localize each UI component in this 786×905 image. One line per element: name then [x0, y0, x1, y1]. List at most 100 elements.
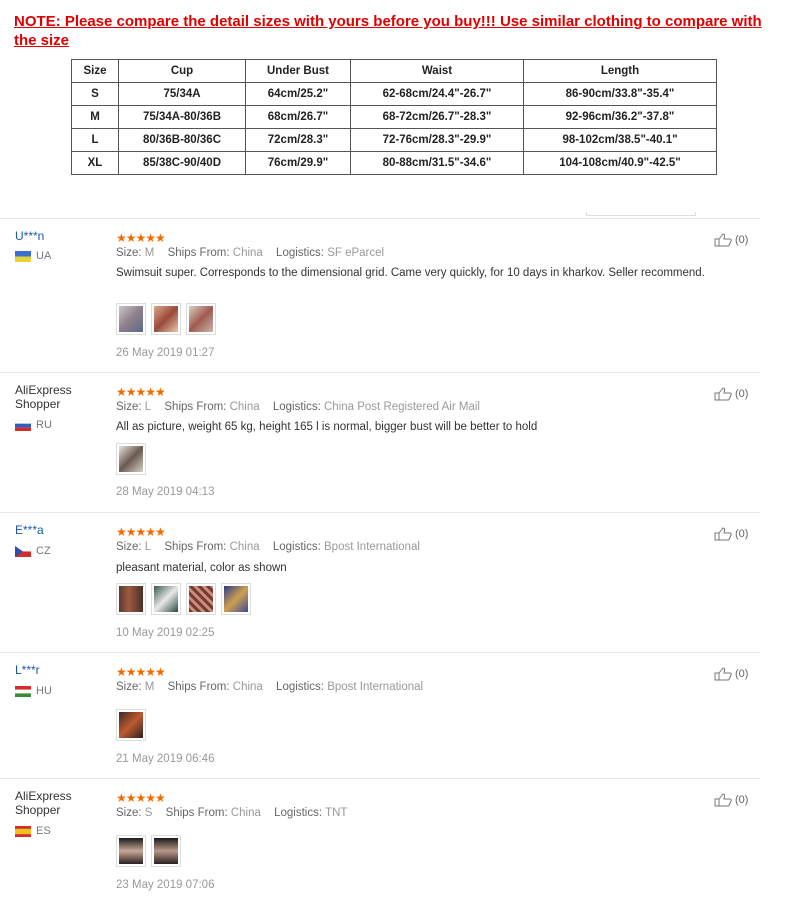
review-photo-thumbnail[interactable] — [116, 303, 146, 335]
reviewer-country: CZ — [15, 545, 51, 557]
table-row: XL 85/38C-90/40D 76cm/29.9" 80-88cm/31.5… — [71, 151, 717, 175]
size-label: Size: — [116, 247, 142, 259]
size-value: M — [144, 247, 155, 259]
helpful-button[interactable]: (0) — [714, 387, 748, 401]
reviewer-country: RU — [15, 419, 52, 431]
review-item: AliExpress Shopper ES ★★★★★ Size: S Ship… — [0, 778, 760, 905]
table-cell: 76cm/29.9" — [245, 151, 351, 175]
table-cell: 68-72cm/26.7"-28.3" — [350, 105, 524, 129]
helpful-button[interactable]: (0) — [714, 233, 748, 247]
size-chart-table: Size Cup Under Bust Waist Length S 75/34… — [71, 59, 717, 175]
country-code: RU — [36, 419, 52, 431]
table-cell: XL — [71, 151, 119, 175]
rating-stars: ★★★★★ — [116, 231, 166, 245]
logistics-label: Logistics: — [274, 807, 323, 819]
helpful-count: (0) — [735, 794, 749, 806]
review-text: pleasant material, color as shown — [116, 562, 287, 574]
logistics-label: Logistics: — [276, 247, 324, 259]
reviewer-name: AliExpress Shopper — [15, 383, 72, 411]
helpful-button[interactable]: (0) — [714, 793, 748, 807]
review-photo-thumbnail[interactable] — [151, 835, 181, 867]
review-item: L***r HU ★★★★★ Size: M Ships From: China… — [0, 652, 760, 779]
flag-ru-icon — [15, 419, 31, 431]
table-cell: L — [71, 128, 119, 152]
table-cell: 75/34A — [118, 82, 246, 106]
helpful-button[interactable]: (0) — [714, 527, 748, 541]
ships-from-value: China — [232, 247, 263, 259]
thumbs-up-icon — [714, 527, 732, 541]
ships-from-value: China — [229, 541, 260, 553]
review-item: E***a CZ ★★★★★ Size: L Ships From: China… — [0, 512, 760, 653]
logistics-value: China Post Registered Air Mail — [324, 401, 480, 413]
table-cell: 72-76cm/28.3"-29.9" — [350, 128, 524, 152]
table-cell: 92-96cm/36.2"-37.8" — [523, 105, 717, 129]
logistics-value: TNT — [325, 807, 348, 819]
logistics-label: Logistics: — [272, 541, 321, 553]
size-label: Size: — [116, 807, 142, 819]
review-meta: Size: L Ships From: China Logistics: Chi… — [116, 401, 490, 413]
rating-stars: ★★★★★ — [116, 791, 166, 805]
size-value: M — [144, 681, 155, 693]
reviewer-country: HU — [15, 685, 52, 697]
logistics-value: SF eParcel — [327, 247, 385, 259]
logistics-value: Bpost International — [327, 681, 424, 693]
table-row: S 75/34A 64cm/25.2" 62-68cm/24.4"-26.7" … — [71, 82, 717, 106]
table-cell: 72cm/28.3" — [245, 128, 351, 152]
reviewer-name[interactable]: L***r — [15, 663, 105, 677]
table-cell: 80/36B-80/36C — [118, 128, 246, 152]
country-code: ES — [36, 825, 51, 837]
table-cell: S — [71, 82, 119, 106]
size-note: NOTE: Please compare the detail sizes wi… — [14, 13, 762, 49]
helpful-button[interactable]: (0) — [714, 667, 748, 681]
helpful-count: (0) — [735, 668, 749, 680]
review-photo-thumbnail[interactable] — [116, 835, 146, 867]
review-date: 21 May 2019 06:46 — [116, 753, 215, 765]
ships-from-value: China — [229, 401, 260, 413]
review-photos — [116, 303, 216, 335]
review-photo-thumbnail[interactable] — [186, 303, 216, 335]
reviewer-name[interactable]: E***a — [15, 523, 105, 537]
logistics-label: Logistics: — [272, 401, 321, 413]
review-meta: Size: L Ships From: China Logistics: Bpo… — [116, 541, 430, 553]
review-photo-thumbnail[interactable] — [116, 443, 146, 475]
flag-hu-icon — [15, 685, 31, 697]
table-cell: 62-68cm/24.4"-26.7" — [350, 82, 524, 106]
review-meta: Size: M Ships From: China Logistics: SF … — [116, 247, 394, 259]
helpful-count: (0) — [735, 388, 749, 400]
review-date: 28 May 2019 04:13 — [116, 486, 215, 498]
review-photo-thumbnail[interactable] — [151, 303, 181, 335]
flag-cz-icon — [15, 545, 31, 557]
thumbs-up-icon — [714, 387, 732, 401]
table-cell: M — [71, 105, 119, 129]
table-cell: 68cm/26.7" — [245, 105, 351, 129]
table-row: M 75/34A-80/36B 68cm/26.7" 68-72cm/26.7"… — [71, 105, 717, 129]
reviewer-country: UA — [15, 250, 51, 262]
review-photos — [116, 583, 251, 615]
table-row: L 80/36B-80/36C 72cm/28.3" 72-76cm/28.3"… — [71, 128, 717, 152]
size-label: Size: — [116, 541, 142, 553]
ships-from-value: China — [232, 681, 263, 693]
reviewer-country: ES — [15, 825, 51, 837]
header-waist: Waist — [350, 59, 524, 83]
reviewer-name[interactable]: U***n — [15, 229, 105, 243]
table-cell: 104-108cm/40.9"-42.5" — [523, 151, 717, 175]
table-cell: 80-88cm/31.5"-34.6" — [350, 151, 524, 175]
review-photo-thumbnail[interactable] — [116, 583, 146, 615]
review-photo-thumbnail[interactable] — [151, 583, 181, 615]
thumbs-up-icon — [714, 667, 732, 681]
rating-stars: ★★★★★ — [116, 385, 166, 399]
logistics-value: Bpost International — [324, 541, 420, 553]
ships-from-label: Ships From: — [167, 681, 230, 693]
review-text: All as picture, weight 65 kg, height 165… — [116, 421, 538, 433]
header-cup: Cup — [118, 59, 246, 83]
flag-ua-icon — [15, 250, 31, 262]
header-length: Length — [523, 59, 717, 83]
divider — [586, 212, 696, 216]
review-photo-thumbnail[interactable] — [221, 583, 251, 615]
country-code: HU — [36, 685, 52, 697]
review-photo-thumbnail[interactable] — [116, 709, 146, 741]
review-date: 26 May 2019 01:27 — [116, 347, 215, 359]
review-photo-thumbnail[interactable] — [186, 583, 216, 615]
table-cell: 85/38C-90/40D — [118, 151, 246, 175]
ships-from-label: Ships From: — [165, 807, 228, 819]
